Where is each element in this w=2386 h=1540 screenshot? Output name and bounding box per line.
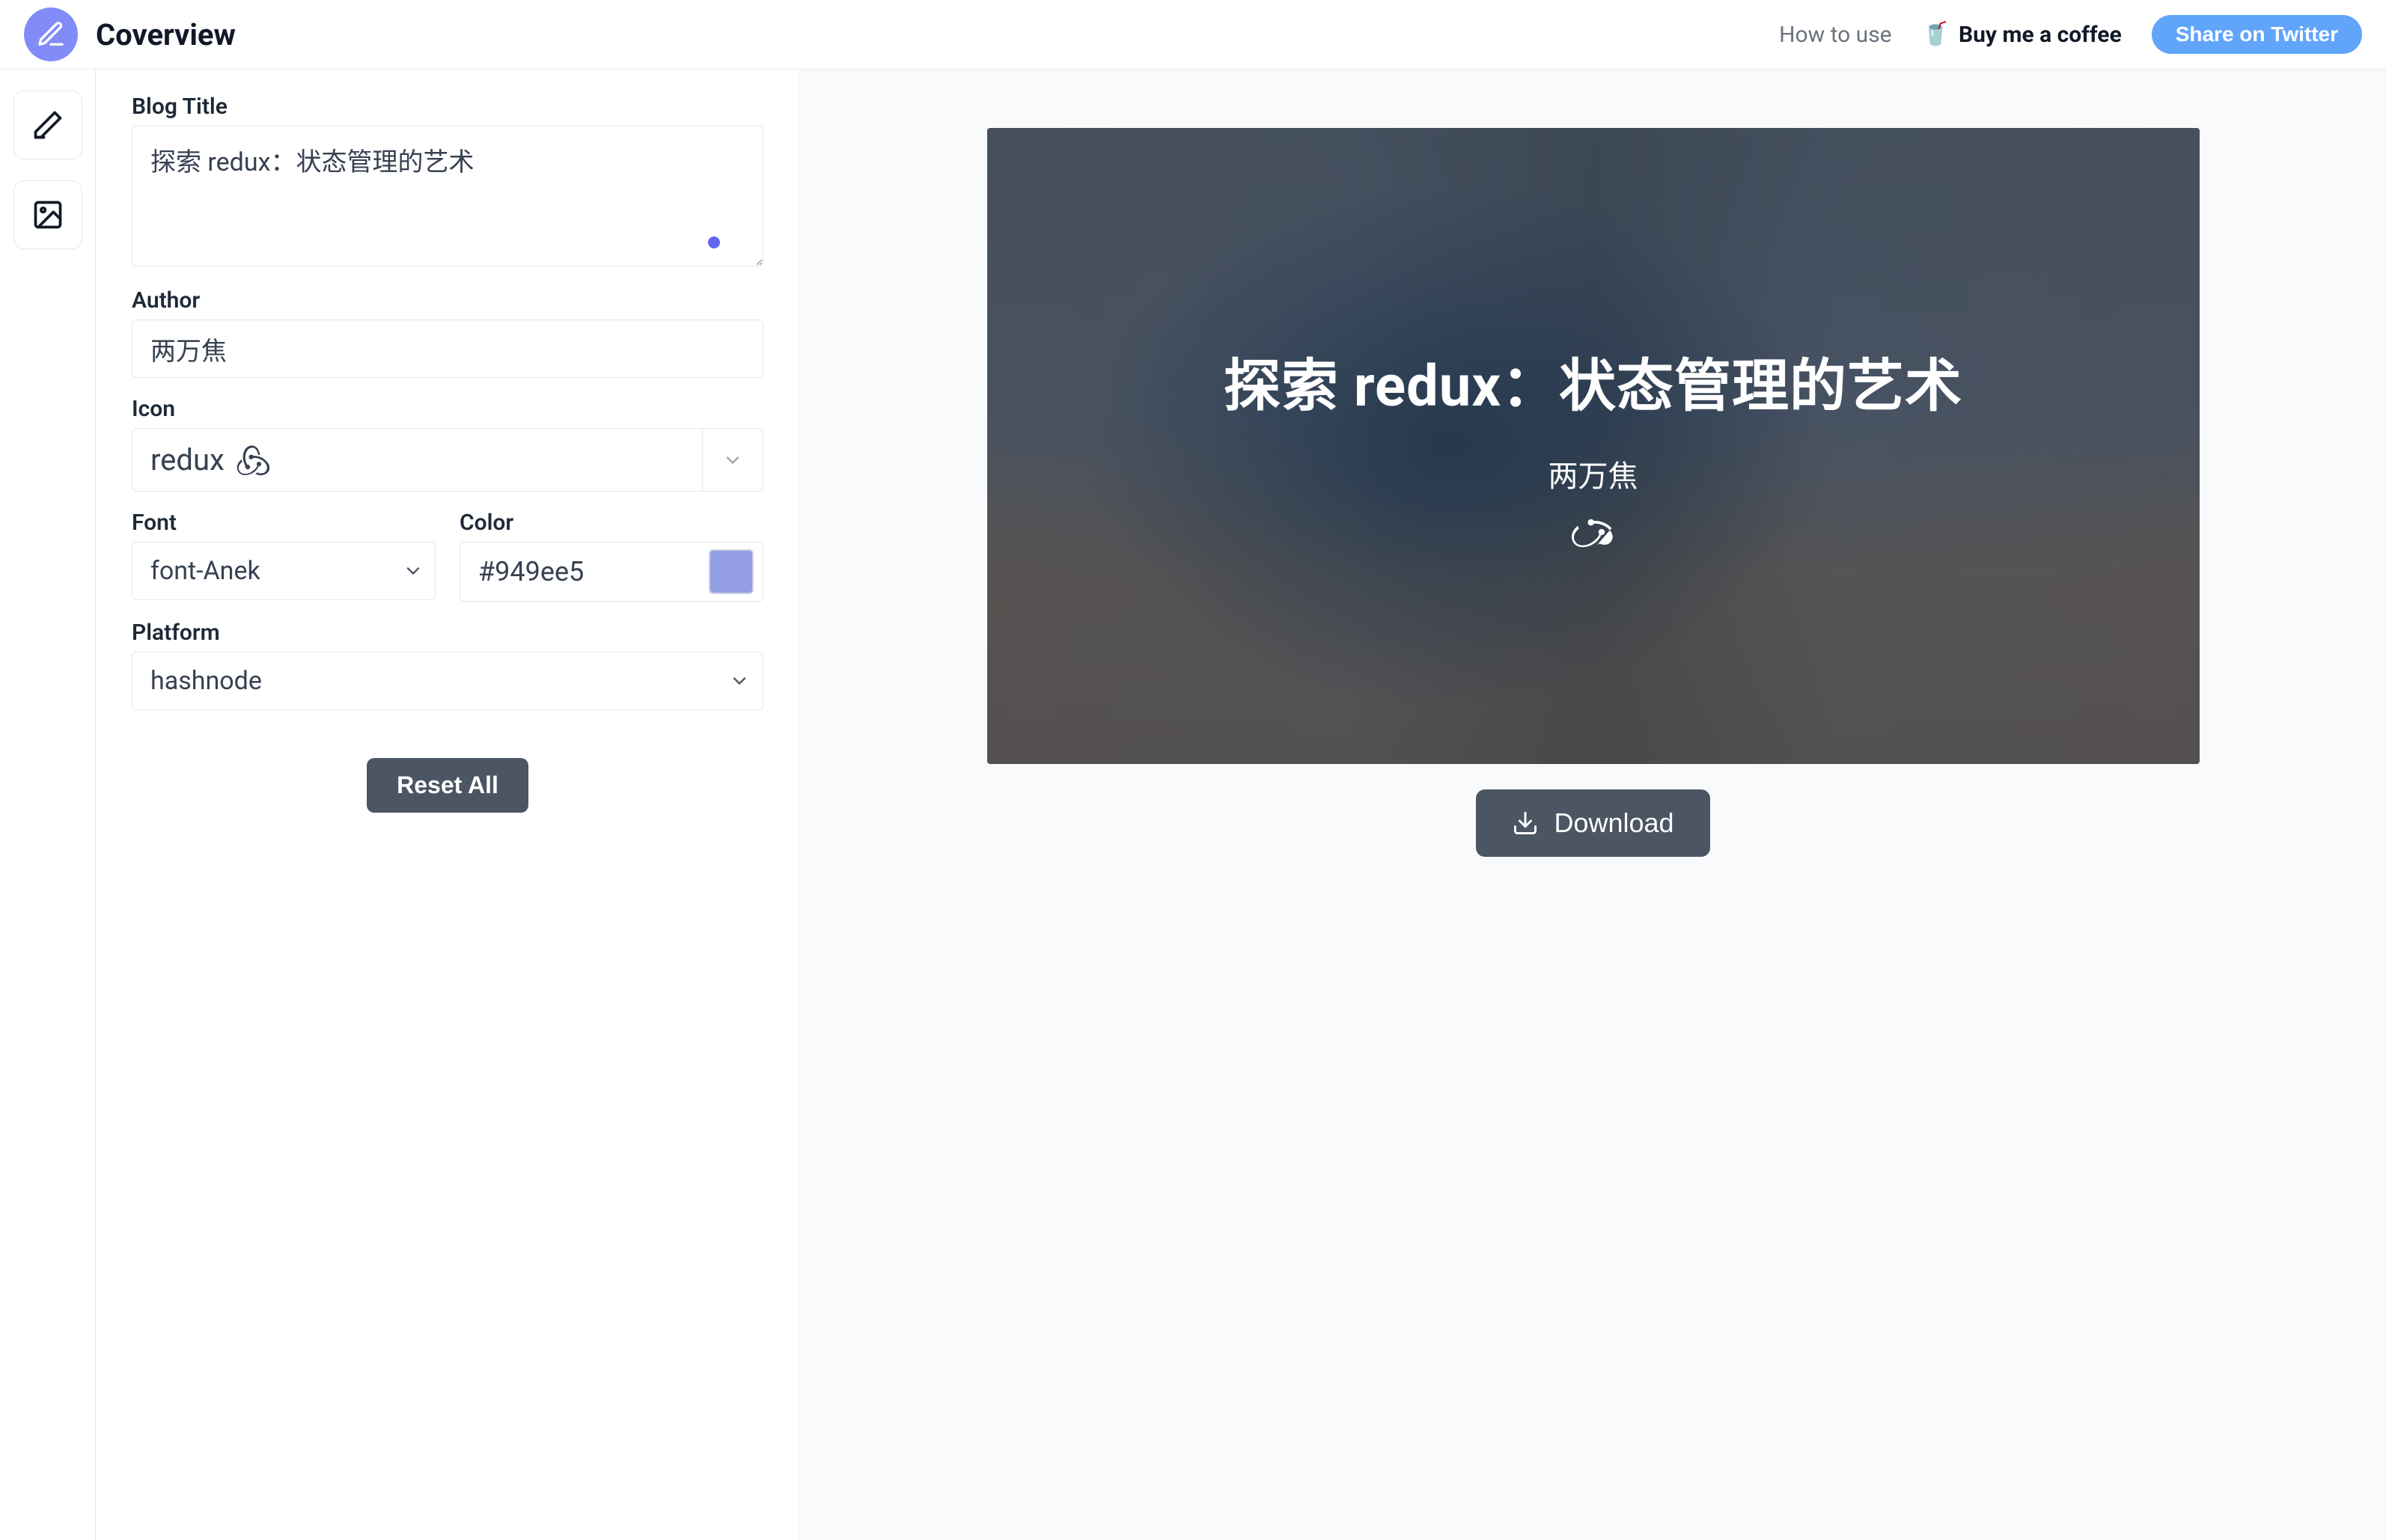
grammar-indicator-icon [708,236,720,248]
download-icon [1512,810,1539,837]
platform-label: Platform [132,620,763,646]
rail-image-tab[interactable] [13,180,82,249]
color-field: Color [460,510,763,602]
coffee-cup-icon: 🥤 [1922,23,1950,46]
buy-me-a-coffee-link[interactable]: 🥤 Buy me a coffee [1922,22,2122,48]
download-label: Download [1554,807,1673,839]
author-input[interactable] [132,320,763,378]
cover-author: 两万焦 [1549,452,1638,495]
font-label: Font [132,510,436,536]
coffee-label: Buy me a coffee [1959,22,2122,48]
redux-icon [237,444,269,477]
how-to-use-link[interactable]: How to use [1779,22,1892,48]
blog-title-label: Blog Title [132,94,763,120]
icon-value-text: redux [150,442,225,477]
color-swatch[interactable] [709,549,754,594]
author-field: Author [132,287,763,378]
icon-combobox-value: redux [132,429,702,491]
platform-select[interactable]: hashnode [132,652,763,710]
icon-combobox[interactable]: redux [132,428,763,492]
editor-panel: Blog Title 探索 redux：状态管理的艺术 Author Icon … [96,70,799,1540]
font-field: Font font-Anek [132,510,436,602]
color-input[interactable] [460,543,697,601]
rail-edit-tab[interactable] [13,91,82,159]
pencil-icon [31,109,64,141]
cover-title: 探索 redux：状态管理的艺术 [1224,340,1962,422]
preview-pane: 探索 redux：状态管理的艺术 两万焦 Download [799,70,2386,1540]
blog-title-field: Blog Title 探索 redux：状态管理的艺术 [132,94,763,269]
left-rail [0,70,96,1540]
brand-name: Coverview [96,17,236,52]
header-right: How to use 🥤 Buy me a coffee Share on Tw… [1779,15,2362,54]
color-label: Color [460,510,763,536]
image-icon [31,198,64,231]
icon-field: Icon redux [132,396,763,492]
reset-all-button[interactable]: Reset All [367,758,528,813]
brand: Coverview [24,7,236,61]
author-label: Author [132,287,763,314]
brand-logo-icon [24,7,78,61]
app-header: Coverview How to use 🥤 Buy me a coffee S… [0,0,2386,70]
share-twitter-button[interactable]: Share on Twitter [2152,15,2362,54]
app-shell: Blog Title 探索 redux：状态管理的艺术 Author Icon … [0,70,2386,1540]
chevron-down-icon [722,450,743,471]
icon-label: Icon [132,396,763,422]
blog-title-input[interactable]: 探索 redux：状态管理的艺术 [132,126,763,266]
download-button[interactable]: Download [1476,789,1709,857]
cover-redux-icon [1571,504,1616,552]
icon-combobox-toggle[interactable] [703,450,763,471]
platform-field: Platform hashnode [132,620,763,710]
cover-preview: 探索 redux：状态管理的艺术 两万焦 [987,128,2200,764]
font-select[interactable]: font-Anek [132,542,436,600]
